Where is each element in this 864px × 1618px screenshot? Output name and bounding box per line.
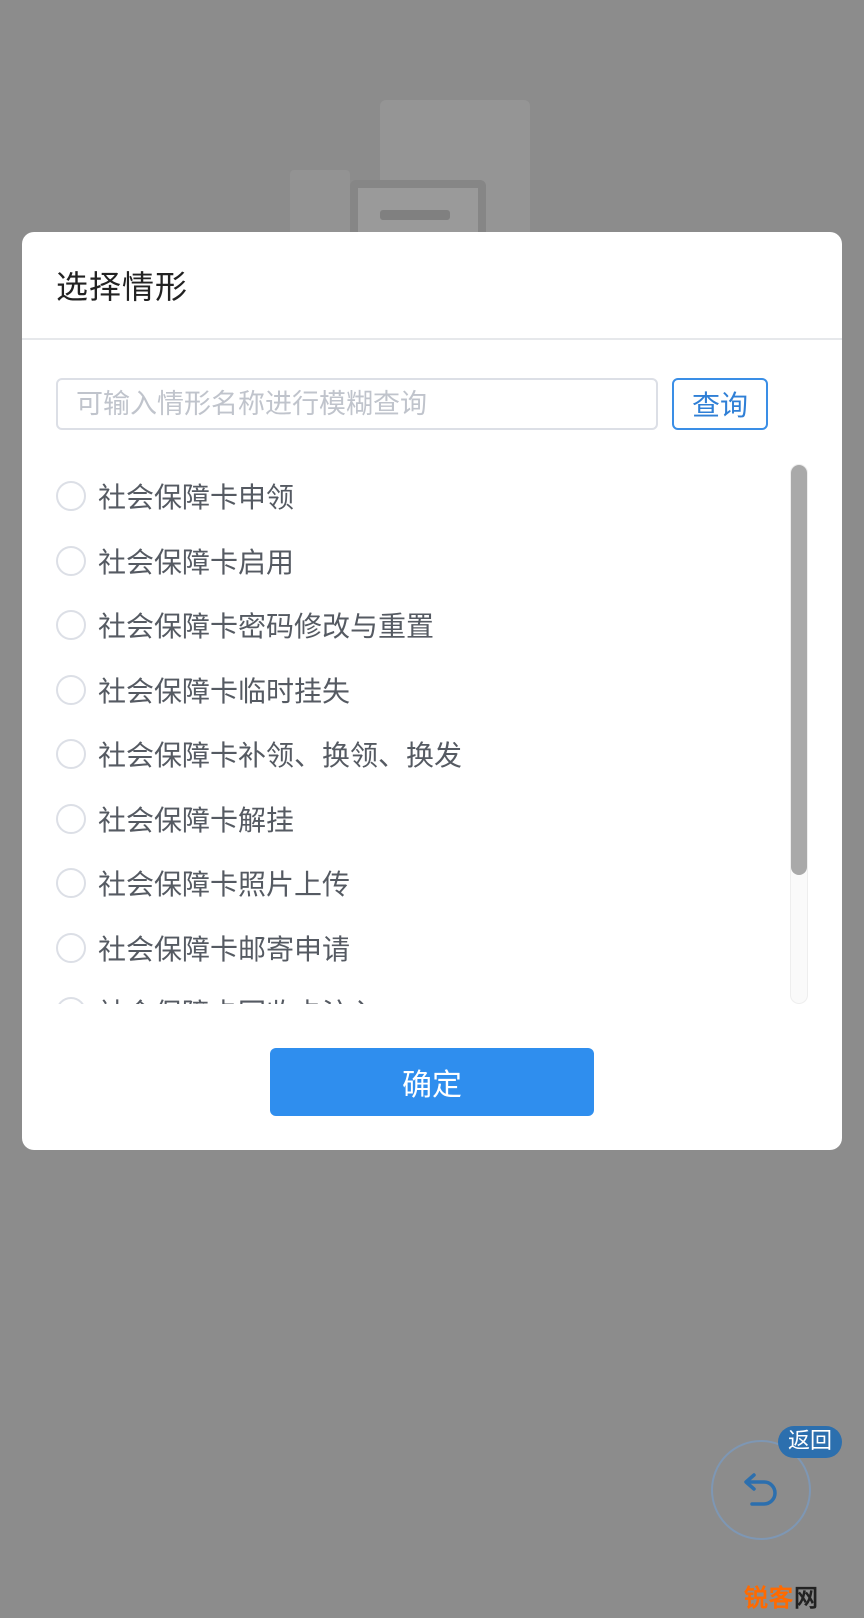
options-list[interactable]: 社会保障卡申领 社会保障卡启用 社会保障卡密码修改与重置 社会保障卡临时挂失 社会保障卡… [22, 464, 842, 1004]
radio-button[interactable] [56, 674, 86, 705]
radio-button[interactable] [56, 739, 86, 770]
option-item[interactable]: 社会保障卡补领、换领、换发 [56, 722, 462, 787]
radio-button[interactable] [56, 545, 86, 576]
option-item[interactable]: 社会保障卡回收卡注入 [56, 980, 462, 1004]
watermark-brand: 锐客 [744, 1584, 794, 1612]
radio-button[interactable] [56, 868, 86, 899]
option-item[interactable]: 社会保障卡邮寄申请 [56, 916, 462, 981]
options-scrollbar-thumb[interactable] [791, 465, 807, 875]
option-item[interactable]: 社会保障卡密码修改与重置 [56, 593, 462, 658]
radio-button[interactable] [56, 803, 86, 834]
option-label: 社会保障卡照片上传 [98, 868, 351, 902]
watermark-logo: 锐客网 [744, 1578, 819, 1613]
option-item[interactable]: 社会保障卡解挂 [56, 787, 462, 852]
radio-button[interactable] [56, 997, 86, 1004]
search-input[interactable] [56, 378, 658, 430]
option-label: 社会保障卡邮寄申请 [98, 932, 351, 966]
illustration-doc-line [380, 210, 450, 220]
option-item[interactable]: 社会保障卡启用 [56, 529, 462, 594]
option-label: 社会保障卡临时挂失 [98, 674, 351, 708]
options-list-content: 社会保障卡申领 社会保障卡启用 社会保障卡密码修改与重置 社会保障卡临时挂失 社会保障卡… [56, 464, 462, 1004]
radio-button[interactable] [56, 932, 86, 963]
back-badge[interactable]: 返回 [778, 1426, 843, 1458]
radio-button[interactable] [56, 481, 86, 512]
option-label: 社会保障卡启用 [98, 545, 295, 579]
undo-arrow-icon [744, 1473, 777, 1506]
watermark-suffix: 网 [794, 1584, 819, 1612]
query-button[interactable]: 查询 [672, 378, 768, 430]
search-row: 查询 [56, 378, 768, 430]
option-label: 社会保障卡密码修改与重置 [98, 610, 435, 644]
option-label: 社会保障卡解挂 [98, 803, 295, 837]
confirm-button[interactable]: 确定 [270, 1048, 594, 1116]
option-item[interactable]: 社会保障卡照片上传 [56, 851, 462, 916]
option-label: 社会保障卡补领、换领、换发 [98, 739, 463, 773]
option-label: 社会保障卡回收卡注入 [98, 992, 378, 1004]
dialog-title: 选择情形 [56, 268, 189, 306]
option-item[interactable]: 社会保障卡临时挂失 [56, 658, 462, 723]
option-label: 社会保障卡申领 [98, 481, 295, 515]
options-scrollbar-track[interactable] [790, 464, 808, 1004]
dialog-header: 选择情形 [22, 232, 842, 340]
option-item[interactable]: 社会保障卡申领 [56, 464, 462, 529]
select-situation-dialog: 选择情形 查询 社会保障卡申领社会保障卡启用社会保障卡密码修改与重置社会保障卡临… [22, 232, 842, 1150]
radio-button[interactable] [56, 610, 86, 641]
